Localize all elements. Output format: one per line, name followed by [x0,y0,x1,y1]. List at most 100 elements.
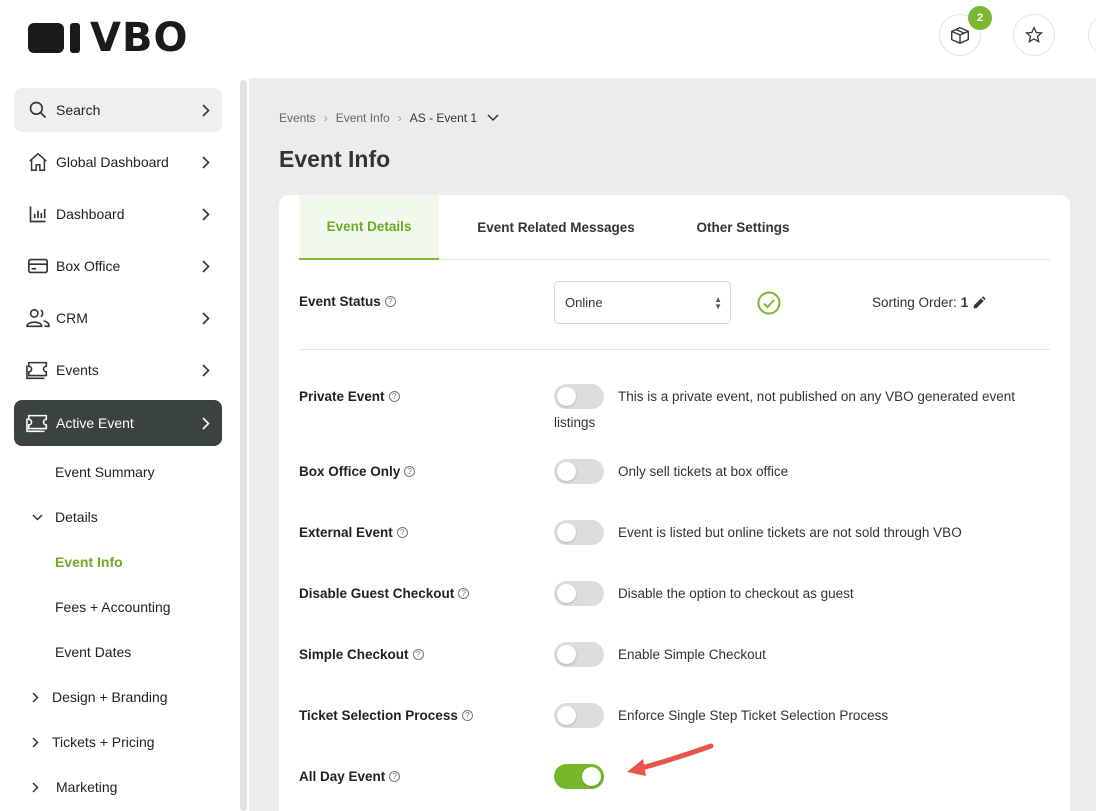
setting-label-text: Simple Checkout [299,647,409,662]
sidebar-item-global-dashboard[interactable]: Global Dashboard [14,140,222,184]
help-icon[interactable]: ? [461,710,473,721]
tab-bar: Event Details Event Related Messages Oth… [299,195,1050,260]
setting-label-all-day-event: All Day Event ? [299,769,401,784]
chevron-right-icon [32,691,46,703]
home-icon [26,150,50,174]
sidebar-scrollbar[interactable] [240,80,247,811]
setting-label-text: Ticket Selection Process [299,708,458,723]
event-status-label-text: Event Status [299,294,381,309]
sidebar-item-events[interactable]: Events [14,348,222,392]
sidebar-item-label: Global Dashboard [56,154,169,170]
star-icon [1024,25,1044,43]
sidebar-item-dashboard[interactable]: Dashboard [14,192,222,236]
chevron-down-icon [32,513,46,521]
toggle-knob [557,706,576,725]
toggle-knob [557,523,576,542]
sidebar-item-label: Search [56,102,101,118]
breadcrumb-events[interactable]: Events [279,111,316,125]
chevron-right-icon [198,311,214,325]
help-icon[interactable]: ? [384,296,396,307]
logo-text: VBO [90,15,189,61]
tab-event-related-messages[interactable]: Event Related Messages [469,195,643,260]
chevron-right-icon [32,736,46,748]
sidebar-item-label: CRM [56,310,88,326]
breadcrumb-event-info[interactable]: Event Info [336,111,390,125]
top-header: VBO 2 [0,0,1096,78]
toggle-ticket-selection-process[interactable] [554,703,604,728]
sidebar-item-active-event[interactable]: Active Event [14,400,222,446]
setting-label-text: Disable Guest Checkout [299,586,455,601]
event-details-card: Event Details Event Related Messages Oth… [279,195,1070,811]
sorting-order: Sorting Order: 1 [872,295,987,310]
sidebar-item-label: Active Event [56,415,134,431]
favorites-button[interactable] [1013,14,1055,56]
event-status-select[interactable]: Online ▲ ▼ [554,281,731,324]
sidebar-item-label: Events [56,362,99,378]
toggle-disable-guest-checkout[interactable] [554,581,604,606]
setting-label-box-office-only: Box Office Only ? [299,464,416,479]
chevron-down-icon[interactable] [487,114,499,122]
sidebar-item-box-office[interactable]: Box Office [14,244,222,288]
sidebar-subitem-details[interactable]: Details [32,509,98,525]
select-arrows-icon: ▲ ▼ [714,295,722,311]
setting-desc-disable-guest-checkout: Disable the option to checkout as guest [618,586,854,601]
help-icon[interactable]: ? [404,466,416,477]
sidebar-item-label: Dashboard [56,206,125,222]
setting-desc-private-event: This is a private event, not published o… [554,389,1015,430]
toggle-knob [557,462,576,481]
pencil-icon[interactable] [972,295,987,310]
help-icon[interactable]: ? [389,771,401,782]
event-status-label: Event Status ? [299,294,396,309]
sidebar-subitem-design-branding[interactable]: Design + Branding [32,689,168,705]
setting-label-disable-guest-checkout: Disable Guest Checkout ? [299,586,470,601]
breadcrumb-separator-icon: › [397,111,402,125]
sidebar-subitem-label: Marketing [56,779,118,795]
credit-card-icon [26,254,50,278]
toggle-all-day-event[interactable] [554,764,604,789]
setting-desc-ticket-selection-process: Enforce Single Step Ticket Selection Pro… [618,708,889,723]
ticket-icon [26,358,50,382]
sidebar-subitem-marketing[interactable]: Marketing [32,779,117,795]
setting-label-text: External Event [299,525,393,540]
tab-event-details[interactable]: Event Details [299,195,439,260]
sidebar: Search Global Dashboard Dashboard Box Of… [0,78,249,811]
sorting-order-value: 1 [960,295,969,310]
bar-chart-icon [26,202,50,226]
sidebar-subitem-event-info[interactable]: Event Info [55,554,123,570]
help-icon[interactable]: ? [412,649,424,660]
toggle-knob [557,584,576,603]
vbo-logo[interactable]: VBO [28,15,189,61]
sidebar-subitem-label: Details [55,509,98,525]
sidebar-subitem-event-dates[interactable]: Event Dates [55,644,131,660]
sidebar-subitem-fees-accounting[interactable]: Fees + Accounting [55,599,171,615]
toggle-external-event[interactable] [554,520,604,545]
help-icon[interactable]: ? [458,588,470,599]
setting-desc-external-event: Event is listed but online tickets are n… [618,525,962,540]
help-icon[interactable]: ? [388,391,400,402]
cart-button[interactable]: 2 [939,6,992,56]
help-icon[interactable]: ? [396,527,408,538]
toggle-box-office-only[interactable] [554,459,604,484]
sidebar-item-label: Box Office [56,258,121,274]
logo-bar [70,23,80,53]
event-status-select-value: Online [565,295,603,310]
breadcrumb-current-event[interactable]: AS - Event 1 [410,111,477,125]
divider [299,349,1050,350]
ticket-icon [26,411,50,435]
breadcrumb: Events › Event Info › AS - Event 1 [279,111,499,125]
sidebar-subitem-event-summary[interactable]: Event Summary [55,464,155,480]
toggle-simple-checkout[interactable] [554,642,604,667]
chevron-right-icon [198,416,214,430]
user-menu-button[interactable] [1088,14,1096,56]
setting-label-external-event: External Event ? [299,525,408,540]
sidebar-subitem-tickets-pricing[interactable]: Tickets + Pricing [32,734,155,750]
sidebar-subitem-label: Tickets + Pricing [52,734,155,750]
sidebar-item-search[interactable]: Search [14,88,222,132]
search-icon [26,98,50,122]
box-icon [951,26,969,45]
chevron-right-icon [198,363,214,377]
users-icon [26,306,50,330]
sidebar-item-crm[interactable]: CRM [14,296,222,340]
tab-other-settings[interactable]: Other Settings [683,195,803,260]
chevron-right-icon [198,207,214,221]
